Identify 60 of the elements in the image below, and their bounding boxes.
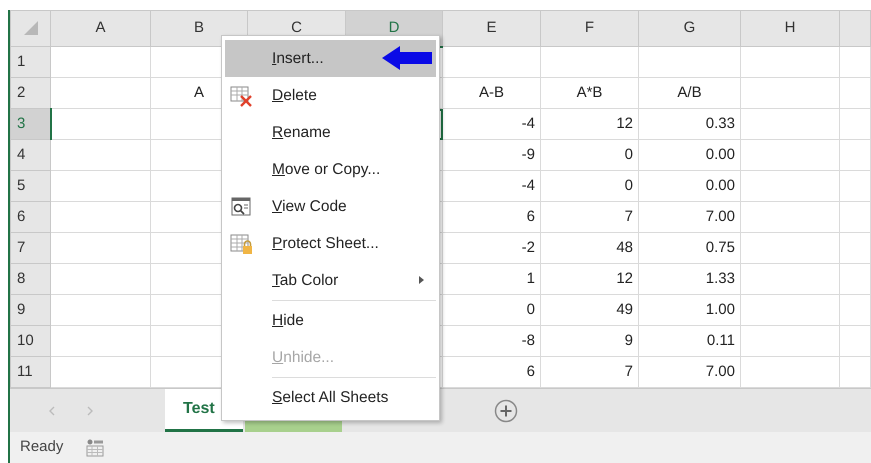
column-header[interactable]: E (442, 10, 540, 46)
column-header[interactable]: H (740, 10, 840, 46)
table-cell: A*B (540, 78, 638, 108)
table-cell: 1.33 (638, 264, 740, 294)
table-cell: 0 (540, 140, 638, 170)
table-cell: 0.11 (638, 326, 740, 356)
row-header[interactable]: 7 (10, 232, 50, 264)
table-cell: 1.00 (638, 294, 740, 326)
table-cell: 1 (442, 264, 540, 294)
protect-sheet-icon (229, 232, 253, 254)
add-sheet-icon[interactable] (494, 398, 518, 422)
row-header[interactable]: 11 (10, 356, 50, 388)
table-cell: 12 (540, 108, 638, 140)
row-header[interactable]: 10 (10, 326, 50, 356)
table-cell: 0.00 (638, 140, 740, 170)
status-text: Ready (20, 437, 64, 458)
table-cell: A/B (638, 78, 740, 108)
scroll-right-icon[interactable] (86, 406, 94, 416)
table-cell: -8 (442, 326, 540, 356)
scroll-left-icon[interactable] (48, 406, 56, 416)
table-cell: 0.00 (638, 170, 740, 202)
table-cell: -2 (442, 232, 540, 264)
column-header[interactable]: B (150, 10, 248, 46)
table-cell: 0.75 (638, 232, 740, 264)
view-code-icon (229, 196, 253, 218)
menu-item[interactable]: Tab Color (225, 262, 436, 299)
menu-item[interactable]: Protect Sheet... (225, 225, 436, 262)
table-cell: 48 (540, 232, 638, 264)
table-cell: A-B (442, 78, 540, 108)
menu-item[interactable]: Insert... (225, 40, 436, 77)
menu-item[interactable]: Hide (225, 302, 436, 339)
table-cell: 12 (540, 264, 638, 294)
row-header[interactable]: 4 (10, 140, 50, 170)
menu-item[interactable]: View Code (225, 188, 436, 225)
table-cell: 0 (540, 170, 638, 202)
select-all-icon[interactable] (24, 21, 38, 36)
table-cell: 7 (540, 202, 638, 232)
table-cell: 49 (540, 294, 638, 326)
row-header[interactable]: 9 (10, 294, 50, 326)
table-cell: -9 (442, 140, 540, 170)
row-header[interactable]: 2 (10, 78, 50, 108)
menu-item[interactable]: Move or Copy... (225, 151, 436, 188)
table-cell: 6 (442, 202, 540, 232)
table-cell: 0.33 (638, 108, 740, 140)
column-header[interactable]: G (638, 10, 740, 46)
macro-record-icon[interactable] (85, 438, 106, 458)
row-header[interactable]: 8 (10, 264, 50, 294)
table-cell: -4 (442, 170, 540, 202)
column-header[interactable]: F (540, 10, 638, 46)
table-cell: 7.00 (638, 202, 740, 232)
table-cell: -4 (442, 108, 540, 140)
delete-sheet-icon (229, 84, 253, 106)
row-header[interactable]: 1 (10, 46, 50, 78)
table-cell: 0 (442, 294, 540, 326)
row-header[interactable]: 5 (10, 170, 50, 202)
table-cell: 9 (540, 326, 638, 356)
column-header[interactable]: A (50, 10, 150, 46)
row-header[interactable]: 3 (10, 108, 50, 140)
row-header[interactable]: 6 (10, 202, 50, 232)
menu-item[interactable]: Rename (225, 114, 436, 151)
